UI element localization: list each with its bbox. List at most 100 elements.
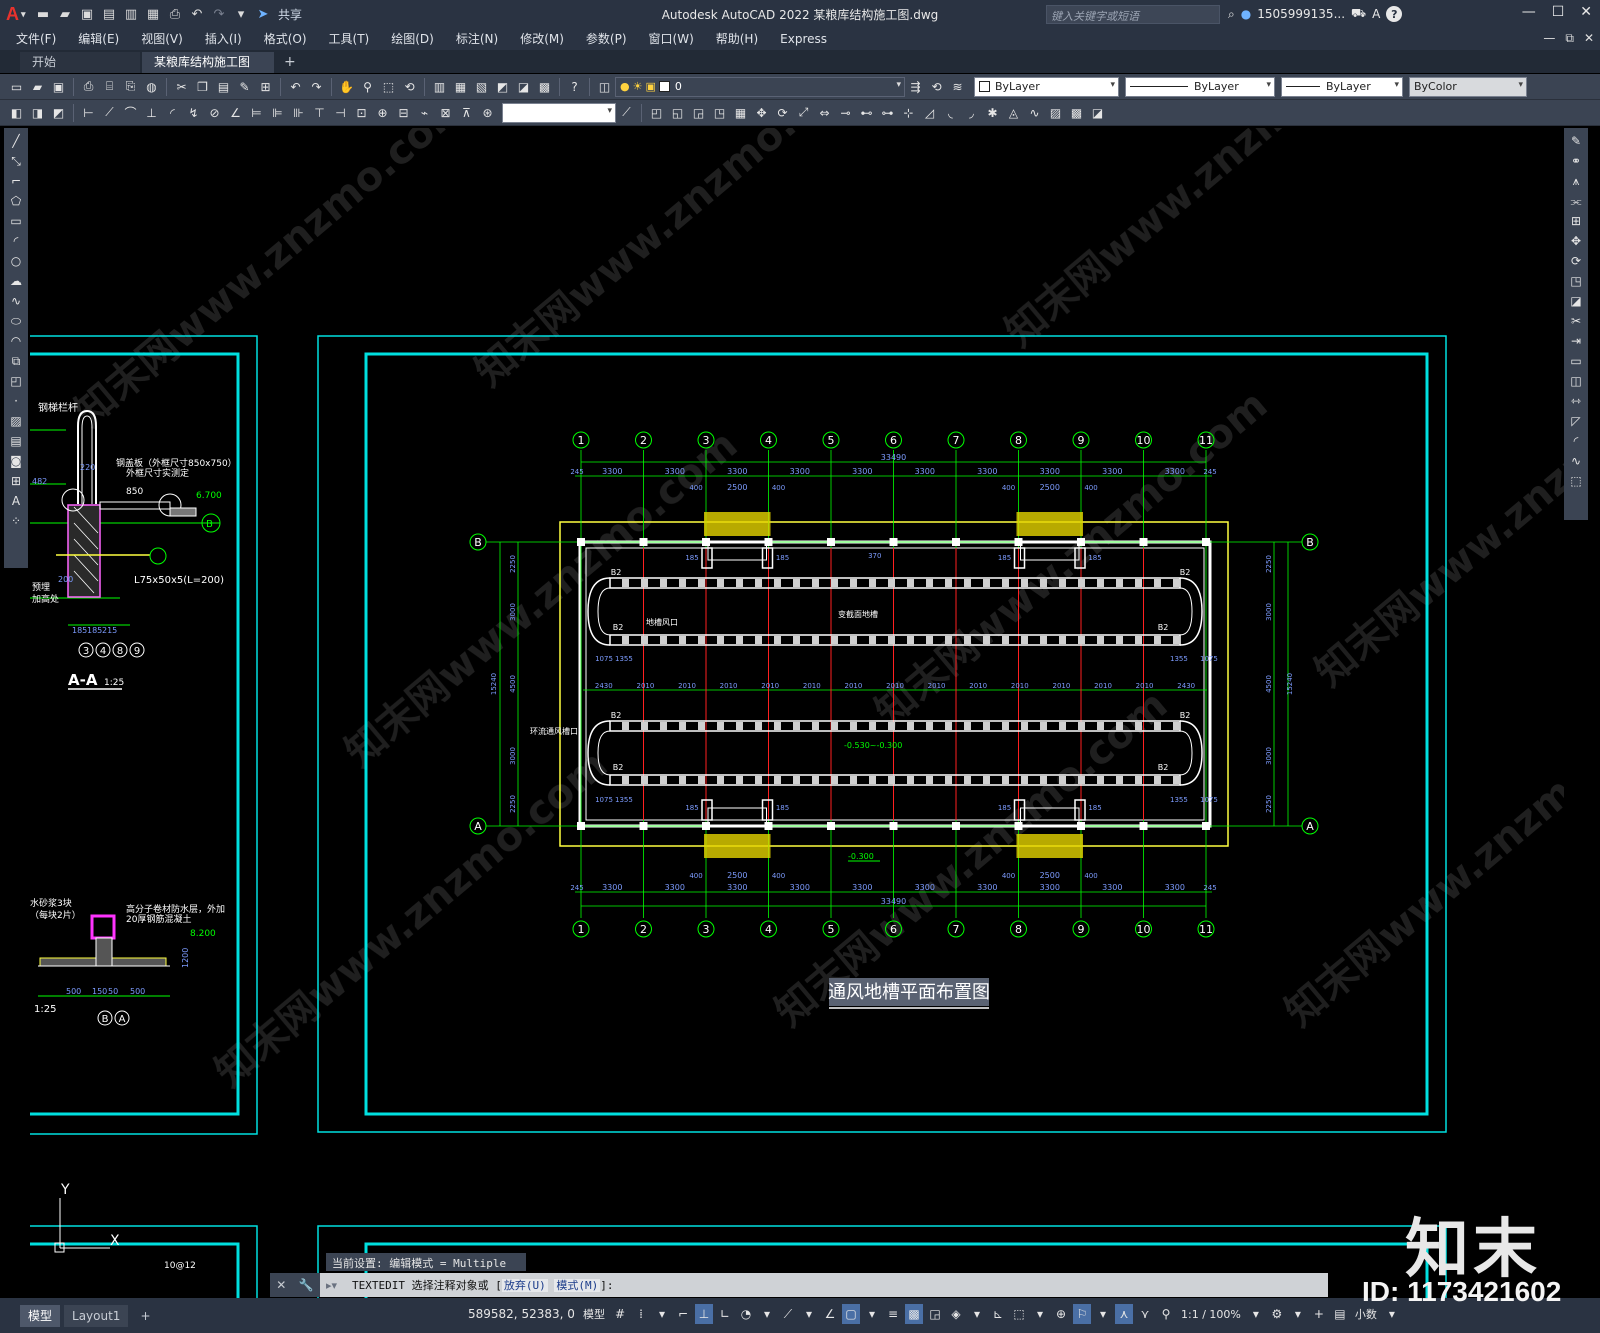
copy-object-icon[interactable]: ◱ (668, 103, 687, 122)
isometric-icon[interactable]: ⟋ (779, 1304, 797, 1324)
menu-help[interactable]: 帮助(H) (705, 28, 769, 50)
lineweight-icon[interactable]: ≡ (884, 1304, 902, 1324)
dimension-break-icon[interactable]: ⊣ (331, 103, 350, 122)
lineweight-dropdown[interactable]: ByLayer ▾ (1281, 76, 1403, 97)
point-icon[interactable]: · (7, 392, 25, 410)
quick-properties-icon[interactable]: ▤ (1331, 1304, 1349, 1324)
transparency-icon[interactable]: ▩ (905, 1304, 923, 1324)
rectangle-icon[interactable]: ▭ (7, 212, 25, 230)
zoom-realtime-icon[interactable]: ⚲ (358, 77, 377, 96)
search-icon[interactable]: ⌕ (1228, 7, 1235, 22)
copy-icon[interactable]: ⚭ (1567, 152, 1585, 170)
block-editor-icon[interactable]: ⊞ (256, 77, 275, 96)
chevron-down-icon[interactable]: ▾ (1289, 1304, 1307, 1324)
3d-print-icon[interactable]: ◍ (142, 77, 161, 96)
dimension-style-icon[interactable]: ⟋ (617, 103, 636, 122)
share-icon[interactable]: ➤ (254, 5, 272, 23)
baseline-dimension-icon[interactable]: ⊫ (268, 103, 287, 122)
menu-modify[interactable]: 修改(M) (509, 28, 575, 50)
command-line[interactable]: ✕ 🔧 ▸▾ TEXTEDIT 选择注释对象或 [放弃(U) 模式(M)]: (270, 1273, 1328, 1297)
fillet-icon[interactable]: ◜ (1567, 432, 1585, 450)
drawing-canvas[interactable]: 知末网www.znzmo.com 知末网www.znzmo.com 知末网www.z… (30, 128, 1564, 1298)
chamfer-icon[interactable]: ◿ (920, 103, 939, 122)
save-icon[interactable]: ▣ (49, 77, 68, 96)
calculator-icon[interactable]: ▩ (535, 77, 554, 96)
edit-polyline-icon[interactable]: ◬ (1004, 103, 1023, 122)
dimension-style-dropdown[interactable]: ▾ (502, 102, 616, 123)
menu-draw[interactable]: 绘图(D) (380, 28, 445, 50)
new-icon[interactable]: ▭ (7, 77, 26, 96)
command-input[interactable]: TEXTEDIT 选择注释对象或 [放弃(U) 模式(M)]: (352, 1277, 613, 1293)
move-icon[interactable]: ✥ (1567, 232, 1585, 250)
undo-icon[interactable]: ↶ (188, 5, 206, 23)
command-close-icon[interactable]: ✕ (276, 1278, 286, 1292)
make-current-layer-icon[interactable]: ⇶ (906, 77, 925, 96)
tool-icon[interactable]: ◩ (49, 103, 68, 122)
save-web-icon[interactable]: ▦ (144, 5, 162, 23)
trim-icon[interactable]: ✂ (1567, 312, 1585, 330)
tool-icon[interactable]: ◧ (7, 103, 26, 122)
command-option-mode[interactable]: 模式(M) (554, 1279, 601, 1292)
command-recent-icon[interactable]: ▸▾ (320, 1279, 352, 1292)
match-properties-icon[interactable]: ✎ (235, 77, 254, 96)
add-selected-icon[interactable]: ⁘ (7, 512, 25, 530)
circle-icon[interactable]: ○ (7, 252, 25, 270)
blend-curves-icon[interactable]: ∿ (1567, 452, 1585, 470)
edit-spline-icon[interactable]: ∿ (1025, 103, 1044, 122)
doc-close-icon[interactable]: ✕ (1584, 31, 1594, 46)
share-button[interactable]: 共享 (278, 6, 302, 23)
rotate-icon[interactable]: ⟳ (773, 103, 792, 122)
revision-cloud-icon[interactable]: ☁ (7, 272, 25, 290)
linetype-dropdown[interactable]: ByLayer ▾ (1125, 76, 1275, 97)
arc-icon[interactable]: ◜ (7, 232, 25, 250)
continue-dimension-icon[interactable]: ⊪ (289, 103, 308, 122)
region-icon[interactable]: ◙ (7, 452, 25, 470)
make-block-icon[interactable]: ◰ (7, 372, 25, 390)
inspection-icon[interactable]: ⊟ (394, 103, 413, 122)
edit-array-icon[interactable]: ▩ (1067, 103, 1086, 122)
hatch-icon[interactable]: ▨ (7, 412, 25, 430)
chevron-down-icon[interactable]: ▾ (968, 1304, 986, 1324)
edit-attribute-icon[interactable]: ◪ (1088, 103, 1107, 122)
menu-edit[interactable]: 编辑(E) (67, 28, 130, 50)
tab-start[interactable]: 开始 (20, 52, 140, 73)
save-as-icon[interactable]: ▤ (100, 5, 118, 23)
angular-dimension-icon[interactable]: ∠ (226, 103, 245, 122)
open-file-icon[interactable]: ▰ (56, 5, 74, 23)
menu-format[interactable]: 格式(O) (253, 28, 318, 50)
chevron-down-icon[interactable]: ▾ (1094, 1304, 1112, 1324)
object-snap-icon[interactable]: ▢ (842, 1304, 860, 1324)
units-dropdown[interactable]: 小数 (1352, 1306, 1380, 1322)
sheet-set-icon[interactable]: ◩ (493, 77, 512, 96)
dynamic-ucs-icon[interactable]: ⊾ (989, 1304, 1007, 1324)
erase-icon[interactable]: ◰ (647, 103, 666, 122)
offset-icon[interactable]: ◳ (710, 103, 729, 122)
chevron-down-icon[interactable]: ▾ (863, 1304, 881, 1324)
polyline-icon[interactable]: ⌐ (7, 172, 25, 190)
autocad-app-menu-button[interactable]: A ▾ (6, 3, 32, 25)
3d-osnap-icon[interactable]: ◈ (947, 1304, 965, 1324)
join-icon[interactable]: ⊹ (899, 103, 918, 122)
stretch-icon[interactable]: ⇔ (815, 103, 834, 122)
menu-tools[interactable]: 工具(T) (318, 28, 381, 50)
pan-icon[interactable]: ✋ (337, 77, 356, 96)
extend-icon[interactable]: ⇥ (1567, 332, 1585, 350)
copy-icon[interactable]: ❐ (193, 77, 212, 96)
dynamic-input-icon[interactable]: ⊥ (695, 1304, 713, 1324)
doc-minimize-icon[interactable]: — (1543, 31, 1555, 46)
dimension-edit-icon[interactable]: ⊠ (436, 103, 455, 122)
scale-icon[interactable]: ⤢ (794, 103, 813, 122)
cart-icon[interactable]: ⛟ (1351, 6, 1366, 22)
save-icon[interactable]: ▣ (78, 5, 96, 23)
doc-restore-icon[interactable]: ⧉ (1565, 31, 1574, 46)
quick-access-dropdown-icon[interactable]: ▾ (232, 5, 250, 23)
help-icon[interactable]: ? (565, 77, 584, 96)
arc-length-icon[interactable]: ⌒ (121, 103, 140, 122)
maximize-icon[interactable]: ☐ (1552, 4, 1565, 20)
scale-icon[interactable]: ◳ (1567, 272, 1585, 290)
menu-express[interactable]: Express (769, 28, 838, 50)
ellipse-arc-icon[interactable]: ◠ (7, 332, 25, 350)
autodesk-app-icon[interactable]: A (1372, 7, 1380, 21)
center-mark-icon[interactable]: ⊕ (373, 103, 392, 122)
user-icon[interactable]: ● (1241, 7, 1251, 21)
